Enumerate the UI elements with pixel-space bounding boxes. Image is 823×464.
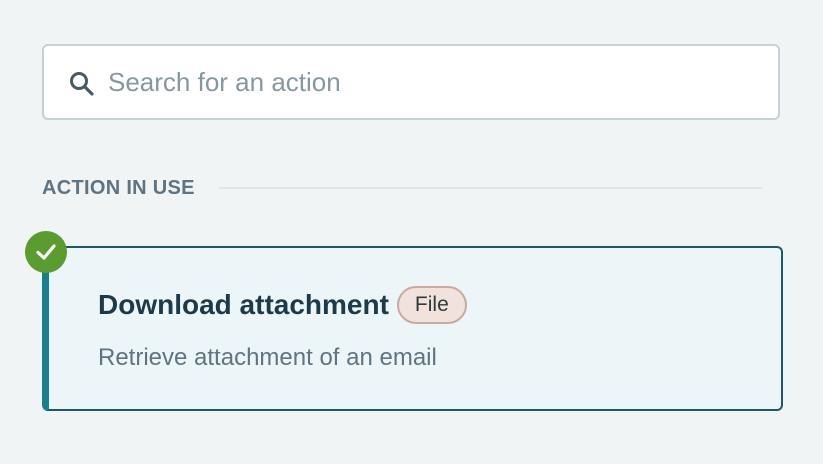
checkmark-icon: [25, 231, 67, 273]
section-title: ACTION IN USE: [42, 176, 195, 199]
section-divider: [218, 187, 762, 189]
file-badge: File: [396, 286, 467, 324]
action-card[interactable]: Download attachment File Retrieve attach…: [42, 246, 783, 411]
search-icon: [70, 72, 94, 96]
section-header: ACTION IN USE: [42, 172, 762, 204]
search-input[interactable]: [108, 46, 768, 118]
action-title: Download attachment: [98, 289, 389, 320]
action-title-row: Download attachment File: [98, 286, 467, 324]
action-description: Retrieve attachment of an email: [98, 344, 437, 371]
search-box[interactable]: [42, 44, 780, 120]
